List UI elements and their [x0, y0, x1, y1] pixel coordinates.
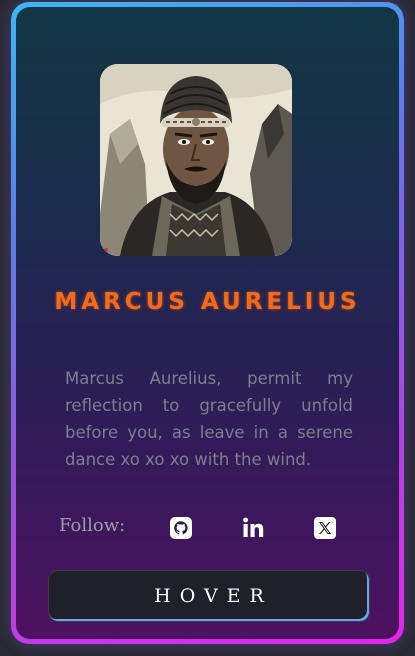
profile-name: MARCUS AURELIUS [54, 289, 361, 315]
github-link[interactable] [168, 515, 194, 541]
x-twitter-icon [314, 517, 336, 539]
hover-button[interactable]: HOVER [48, 570, 370, 622]
x-twitter-link[interactable] [312, 515, 338, 541]
linkedin-link[interactable] [241, 515, 267, 541]
portrait-image [100, 64, 292, 256]
github-icon [170, 517, 192, 539]
follow-label: Follow: [59, 515, 126, 536]
profile-card: MARCUS AURELIUS Marcus Aurelius, permit … [16, 7, 399, 639]
avatar [100, 64, 292, 256]
profile-bio: Marcus Aurelius, permit my reflection to… [65, 369, 353, 469]
linkedin-icon [243, 517, 264, 537]
